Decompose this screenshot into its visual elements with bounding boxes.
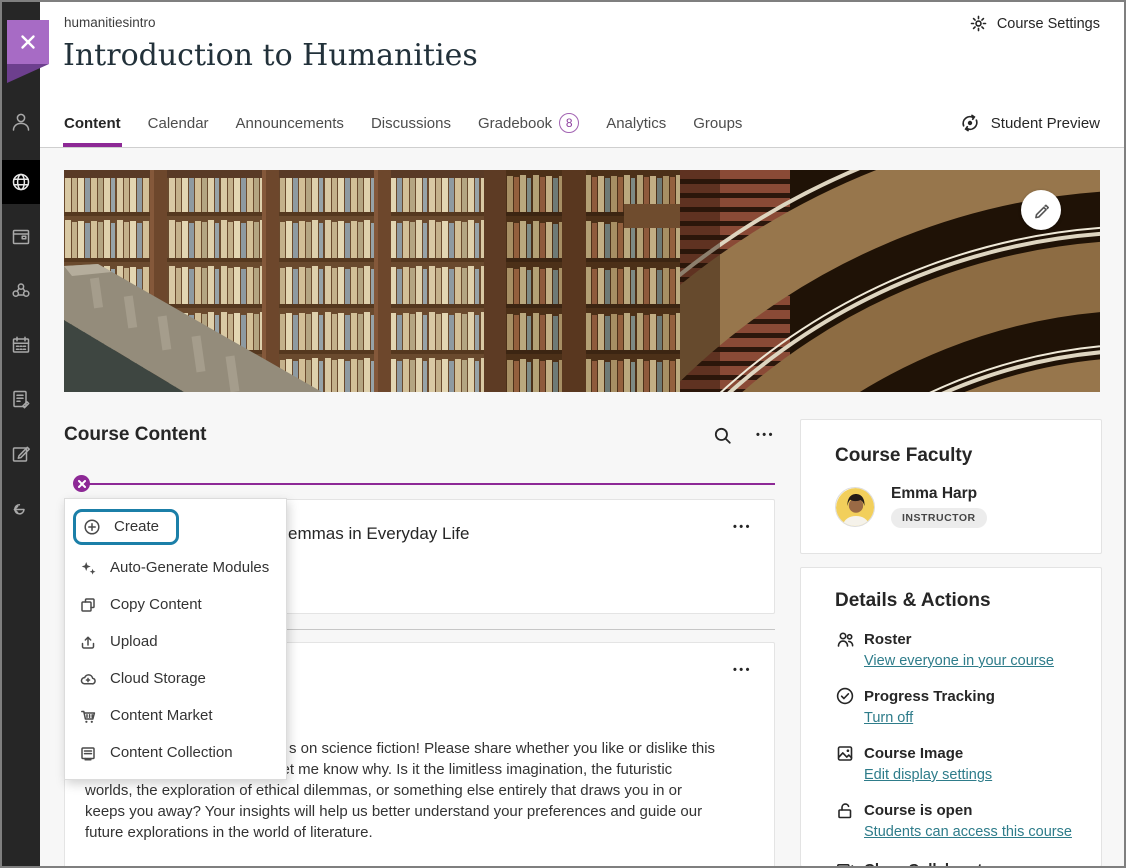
organizations-icon[interactable] [10, 280, 32, 302]
base-navigation-sidebar [2, 2, 40, 866]
course-faculty-title: Course Faculty [835, 445, 1067, 467]
gradebook-count-badge: 8 [559, 113, 579, 133]
detail-row-progress-tracking: Progress Tracking Turn off [835, 686, 1077, 726]
close-add-menu-button[interactable] [73, 475, 90, 492]
avatar [835, 487, 875, 527]
upload-icon [79, 633, 97, 651]
menu-item-copy-content[interactable]: Copy Content [65, 586, 286, 623]
progress-tracking-link[interactable]: Turn off [864, 710, 1077, 726]
student-preview-icon [959, 112, 981, 134]
detail-row-course-image: Course Image Edit display settings [835, 743, 1077, 783]
sparkle-icon [79, 559, 97, 577]
unlock-icon [835, 800, 855, 820]
cloud-plus-icon [79, 670, 97, 688]
pencil-icon [1032, 201, 1050, 219]
activity-stream-icon[interactable] [10, 171, 32, 193]
add-content-divider [64, 475, 775, 495]
shopping-cart-icon [79, 707, 97, 725]
course-settings-label: Course Settings [997, 16, 1100, 32]
edit-banner-button[interactable] [1021, 190, 1061, 230]
details-actions-title: Details & Actions [835, 590, 1077, 612]
detail-row-course-open: Course is open Students can access this … [835, 800, 1077, 840]
details-actions-panel: Details & Actions Roster View everyone i… [800, 567, 1102, 867]
course-side-panels: Course Faculty Emma Harp INSTRUCTOR [800, 419, 1102, 554]
detail-row-class-collaborate: Class Collaborate ••• [835, 859, 1077, 867]
collection-box-icon [79, 744, 97, 762]
check-circle-icon [835, 686, 855, 706]
role-badge: INSTRUCTOR [891, 508, 987, 528]
menu-item-upload[interactable]: Upload [65, 623, 286, 660]
tab-announcements[interactable]: Announcements [236, 99, 344, 147]
course-banner-image [64, 170, 1100, 392]
menu-item-cloud-storage[interactable]: Cloud Storage [65, 660, 286, 697]
menu-item-auto-generate-modules[interactable]: Auto-Generate Modules [65, 549, 286, 586]
card-overflow-menu[interactable]: ••• [733, 522, 752, 533]
tab-discussions[interactable]: Discussions [371, 99, 451, 147]
course-id-label: humanitiesintro [64, 15, 156, 30]
course-tabbar: Content Calendar Announcements Discussio… [40, 99, 1124, 148]
main-content: Course Content ••• emmas in Everyday Lif… [40, 148, 1124, 866]
profile-icon[interactable] [10, 111, 32, 133]
library-photo [64, 170, 1100, 392]
course-content-column: Course Content ••• emmas in Everyday Lif… [64, 412, 775, 868]
close-icon [19, 33, 37, 51]
tab-gradebook[interactable]: Gradebook8 [478, 99, 579, 147]
tab-content[interactable]: Content [64, 99, 121, 147]
course-faculty-panel: Course Faculty Emma Harp INSTRUCTOR [800, 419, 1102, 554]
tab-groups[interactable]: Groups [693, 99, 742, 147]
app-window: humanitiesintro Introduction to Humaniti… [0, 0, 1126, 868]
page-title: Introduction to Humanities [63, 38, 478, 73]
student-preview-label: Student Preview [991, 115, 1100, 132]
copy-icon [79, 596, 97, 614]
messages-icon[interactable] [10, 388, 32, 410]
menu-item-create[interactable]: Create [65, 504, 286, 549]
course-image-link[interactable]: Edit display settings [864, 767, 1077, 783]
content-card-title[interactable]: emmas in Everyday Life [288, 524, 469, 544]
close-course-button[interactable] [7, 20, 49, 64]
calendar-icon[interactable] [10, 334, 32, 356]
course-open-link[interactable]: Students can access this course [864, 824, 1077, 840]
course-settings-button[interactable]: Course Settings [969, 14, 1100, 33]
roster-link[interactable]: View everyone in your course [864, 653, 1077, 669]
student-preview-button[interactable]: Student Preview [959, 99, 1100, 147]
grades-icon[interactable] [10, 443, 32, 465]
keyboard-focus-ring: Create [73, 509, 179, 545]
close-icon [78, 480, 86, 488]
course-content-title: Course Content [64, 424, 207, 446]
tab-analytics[interactable]: Analytics [606, 99, 666, 147]
tab-calendar[interactable]: Calendar [148, 99, 209, 147]
gear-icon [969, 14, 988, 33]
detail-row-roster: Roster View everyone in your course [835, 629, 1077, 669]
roster-people-icon [835, 629, 855, 649]
card-overflow-menu[interactable]: ••• [733, 665, 752, 676]
image-icon [835, 743, 855, 763]
plus-circle-icon [83, 518, 101, 536]
faculty-name: Emma Harp [891, 485, 987, 503]
search-icon[interactable] [713, 426, 732, 445]
menu-item-content-collection[interactable]: Content Collection [65, 734, 286, 771]
menu-item-content-market[interactable]: Content Market [65, 697, 286, 734]
video-camera-icon [835, 859, 855, 867]
course-content-overflow-menu[interactable]: ••• [756, 430, 775, 441]
add-content-menu: Create Auto-Generate Modules Copy Conten… [64, 498, 287, 780]
course-header: humanitiesintro Introduction to Humaniti… [40, 2, 1124, 99]
courses-icon[interactable] [10, 226, 32, 248]
sign-out-icon[interactable] [10, 499, 32, 521]
collaborate-overflow-menu[interactable]: ••• [1050, 864, 1069, 868]
faculty-member-row[interactable]: Emma Harp INSTRUCTOR [835, 485, 1067, 528]
